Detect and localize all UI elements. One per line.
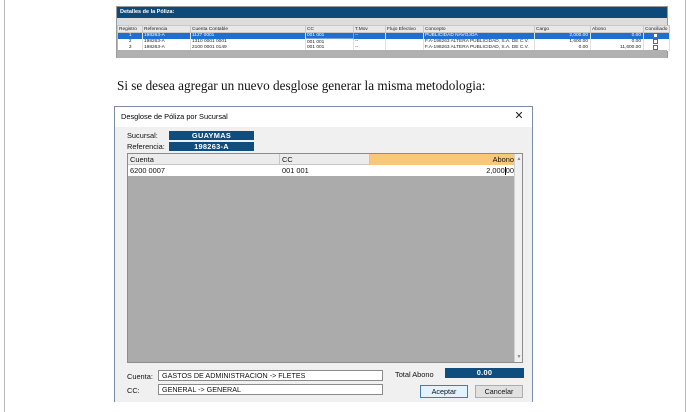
cuenta-label: Cuenta:: [127, 372, 153, 381]
sucursal-value: GUAYMAS: [169, 131, 254, 140]
grid-header: Cuenta CC Abono: [128, 154, 516, 165]
col-header-conciliado[interactable]: Conciliado: [643, 25, 670, 33]
poliza-detail-title: Detalles de la Póliza:: [117, 7, 667, 18]
referencia-value: 198263-A: [169, 142, 254, 151]
abono-decimals: 00: [505, 166, 514, 175]
desglose-grid: Cuenta CC Abono 6200 0007 001 001 2,0000…: [127, 153, 523, 363]
desglose-dialog: Desglose de Póliza por Sucursal ✕ Sucurs…: [114, 106, 533, 402]
col-header-registro[interactable]: Registro: [117, 25, 143, 33]
cuenta-field[interactable]: GASTOS DE ADMINISTRACION -> FLETES: [158, 370, 383, 381]
poliza-detail-panel: Detalles de la Póliza: Registro Referenc…: [116, 6, 670, 58]
poliza-detail-table: Registro Referencia Cuenta Contable CC T…: [117, 25, 670, 51]
conciliado-checkbox[interactable]: [653, 38, 658, 44]
dialog-title: Desglose de Póliza por Sucursal: [121, 112, 228, 121]
referencia-label: Referencia:: [127, 142, 165, 151]
close-icon[interactable]: ✕: [512, 109, 526, 123]
col-header-abono[interactable]: Abono: [590, 25, 644, 33]
cc-field[interactable]: GENERAL -> GENERAL: [158, 384, 383, 395]
table-row[interactable]: 6200 0007 001 001 2,00000: [128, 165, 516, 176]
grid-cell-cuenta[interactable]: 6200 0007: [128, 165, 280, 176]
grid-cell-abono-editor[interactable]: 2,00000: [370, 165, 516, 176]
conciliado-checkbox[interactable]: [653, 33, 658, 38]
col-header-cuenta-contable[interactable]: Cuenta Contable: [190, 25, 306, 33]
dialog-body: Sucursal: GUAYMAS Referencia: 198263-A C…: [115, 127, 532, 402]
scroll-down-icon[interactable]: ▼: [515, 353, 523, 361]
grid-header-cuenta[interactable]: Cuenta: [128, 154, 280, 165]
grid-cell-cc[interactable]: 001 001: [280, 165, 370, 176]
col-header-cargo[interactable]: Cargo: [534, 25, 591, 33]
abono-integer: 2,000: [486, 166, 505, 175]
poliza-detail-footer: [117, 50, 667, 58]
col-header-flujo[interactable]: Flujo Efectivo: [385, 25, 424, 33]
col-header-referencia[interactable]: Referencia: [142, 25, 191, 33]
col-header-concepto[interactable]: Concepto: [423, 25, 535, 33]
grid-header-cc[interactable]: CC: [280, 154, 370, 165]
instruction-paragraph: Si se desea agregar un nuevo desglose ge…: [117, 78, 486, 93]
cc-label: CC:: [127, 386, 140, 395]
col-header-cc[interactable]: CC: [305, 25, 354, 33]
document-border-left: [4, 0, 5, 412]
accept-button[interactable]: Aceptar: [420, 385, 468, 398]
scroll-up-icon[interactable]: ▲: [515, 155, 523, 163]
total-abono-value: 0.00: [445, 368, 524, 378]
col-header-tmov[interactable]: T.Mov: [353, 25, 386, 33]
grid-scrollbar[interactable]: ▲ ▼: [514, 154, 522, 362]
total-abono-label: Total Abono: [395, 370, 434, 379]
dialog-titlebar[interactable]: Desglose de Póliza por Sucursal ✕: [115, 107, 532, 127]
sucursal-label: Sucursal:: [127, 131, 158, 140]
document-border-right: [685, 0, 686, 412]
cell-concepto: F.A-198263 ALTERA PUBLICIDAD, S.A. DE C.…: [423, 38, 535, 45]
cancel-button[interactable]: Cancelar: [475, 385, 523, 398]
grid-header-abono[interactable]: Abono: [370, 154, 516, 165]
